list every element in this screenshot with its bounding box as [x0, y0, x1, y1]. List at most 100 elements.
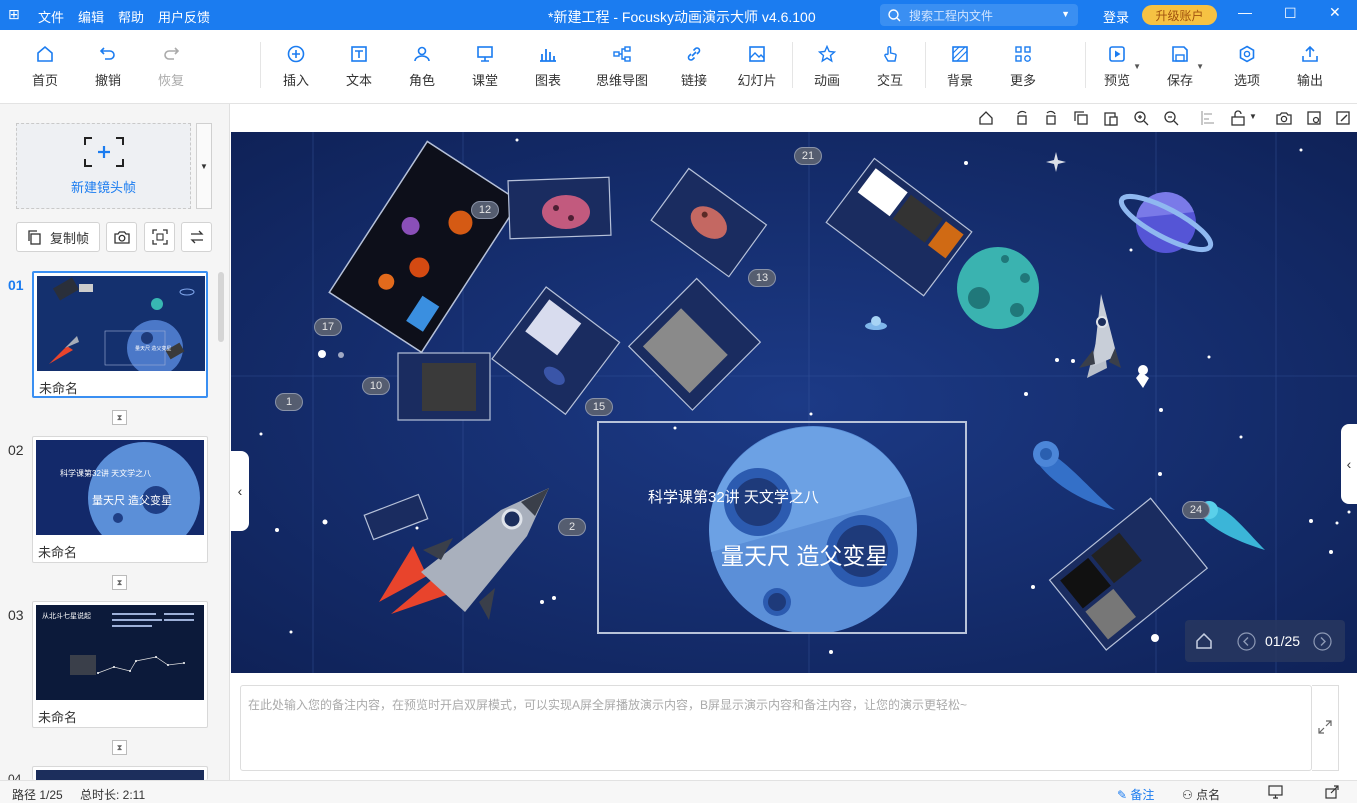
mindmap-button[interactable]: 思维导图 — [590, 44, 654, 89]
chevron-down-icon: ▼ — [200, 161, 208, 171]
align-icon[interactable] — [1200, 110, 1216, 126]
frame-label-1[interactable]: 1 — [275, 393, 303, 411]
maximize-icon[interactable]: ☐ — [1284, 5, 1297, 22]
next-icon[interactable] — [1313, 632, 1332, 651]
frame-label-2[interactable]: 2 — [558, 518, 586, 536]
slide-name: 未命名 — [38, 710, 78, 725]
login-button[interactable]: 登录 — [1103, 7, 1129, 26]
canvas-title-line2[interactable]: 量天尺 造父变星 — [721, 537, 888, 571]
new-frame-dropdown[interactable]: ▼ — [196, 123, 212, 209]
chevron-down-icon[interactable]: ▼ — [1249, 112, 1257, 121]
insert-button[interactable]: 插入 — [266, 44, 326, 89]
frame-label-21[interactable]: 21 — [794, 147, 822, 165]
star-icon — [818, 45, 836, 63]
collapse-left-panel-button[interactable]: ‹ — [231, 451, 249, 531]
home-view-icon[interactable] — [978, 110, 994, 126]
slide-thumbnail-2[interactable]: 科学课第32讲 天文学之八 量天尺 造父变星 未命名 — [32, 436, 208, 563]
transition-icon[interactable]: ⧗ — [112, 410, 127, 425]
swap-frame-button[interactable] — [181, 222, 212, 252]
frame-label-24[interactable]: 24 — [1182, 501, 1210, 519]
classroom-button[interactable]: 课堂 — [455, 44, 515, 89]
text-icon — [351, 46, 367, 62]
export-button[interactable]: 输出 — [1280, 44, 1340, 89]
close-icon[interactable]: ✕ — [1329, 4, 1341, 21]
rotate-left-icon[interactable] — [1014, 110, 1030, 126]
canvas-title-line1[interactable]: 科学课第32讲 天文学之八 — [648, 486, 819, 507]
notes-textarea[interactable]: 在此处输入您的备注内容，在预览时开启双屏模式，可以实现A屏全屏播放演示内容，B屏… — [240, 685, 1312, 771]
chevron-down-icon[interactable]: ▼ — [1133, 62, 1141, 71]
minimize-icon[interactable]: — — [1238, 4, 1252, 20]
transition-icon[interactable]: ⧗ — [112, 575, 127, 590]
search-input[interactable]: 搜索工程内文件 ▼ — [880, 4, 1078, 26]
plus-circle-icon — [287, 45, 305, 63]
home-button[interactable]: 首页 — [15, 44, 75, 89]
editing-canvas[interactable]: 科学课第32讲 天文学之八 量天尺 造父变星 1 2 10 12 13 15 1… — [231, 132, 1357, 673]
fit-frame-button[interactable] — [144, 222, 175, 252]
notes-expand-button[interactable] — [1312, 685, 1339, 771]
rotate-right-icon[interactable] — [1043, 110, 1059, 126]
expand-right-panel-button[interactable]: ‹ — [1341, 424, 1357, 504]
redo-button[interactable]: 恢复 — [141, 44, 201, 89]
more-button[interactable]: 更多 — [993, 44, 1053, 89]
menu-help[interactable]: 帮助 — [118, 7, 144, 26]
previous-icon[interactable] — [1237, 632, 1256, 651]
text-button[interactable]: 文本 — [329, 44, 389, 89]
slide-preview-image: 从北斗七星说起 — [36, 605, 204, 700]
window-title: *新建工程 - Focusky动画演示大师 v4.6.100 — [548, 9, 816, 25]
animation-button[interactable]: 动画 — [797, 44, 857, 89]
settings-icon[interactable] — [1306, 110, 1322, 126]
zoom-out-icon[interactable] — [1163, 110, 1179, 126]
slide-thumbnail-1[interactable]: 量天尺 造父变星 未命名 — [32, 271, 208, 398]
link-button[interactable]: 链接 — [664, 44, 724, 89]
save-button[interactable]: 保存 ▼ — [1150, 44, 1210, 89]
undo-button[interactable]: 撤销 — [78, 44, 138, 89]
lock-icon[interactable] — [1230, 110, 1246, 126]
copy-frame-label: 复制帧 — [49, 230, 89, 246]
slide-thumbnail-4[interactable] — [32, 766, 208, 781]
menu-feedback[interactable]: 用户反馈 — [158, 7, 210, 26]
home-icon[interactable] — [1195, 632, 1213, 650]
background-button[interactable]: 背景 — [930, 44, 990, 89]
edit-icon[interactable] — [1335, 110, 1351, 126]
paste-icon[interactable] — [1103, 110, 1119, 126]
slide-button[interactable]: 幻灯片 — [727, 44, 787, 89]
new-frame-button[interactable]: 新建镜头帧 — [16, 123, 191, 209]
role-button[interactable]: 角色 — [392, 44, 452, 89]
share-icon[interactable] — [1325, 785, 1340, 799]
search-icon — [888, 8, 901, 21]
interact-button[interactable]: 交互 — [860, 44, 920, 89]
camera-icon[interactable] — [1276, 110, 1292, 126]
main-title-frame[interactable] — [597, 421, 967, 634]
upgrade-button[interactable]: 升级账户 — [1142, 5, 1217, 25]
frame-label-15[interactable]: 15 — [585, 398, 613, 416]
copy-frame-button[interactable]: 复制帧 — [16, 222, 100, 252]
chart-button[interactable]: 图表 — [518, 44, 578, 89]
chevron-down-icon[interactable]: ▼ — [1061, 9, 1070, 19]
canvas-toolbar: ▼ — [231, 104, 1357, 132]
zoom-in-icon[interactable] — [1133, 110, 1149, 126]
options-button[interactable]: 选项 — [1217, 44, 1277, 89]
transition-icon[interactable]: ⧗ — [112, 740, 127, 755]
snapshot-button[interactable] — [106, 222, 137, 252]
panel-scrollbar[interactable] — [218, 272, 224, 342]
grid-more-icon — [1015, 46, 1031, 62]
copy-icon[interactable] — [1073, 110, 1089, 126]
notes-tab[interactable]: ✎ 备注 — [1117, 786, 1154, 803]
slide-name: 未命名 — [38, 545, 78, 560]
menu-bar: 文件 编辑 帮助 用户反馈 — [38, 7, 210, 26]
undo-icon — [99, 47, 115, 60]
rollcall-tab[interactable]: ⚇ 点名 — [1182, 786, 1220, 803]
preview-button[interactable]: 预览 ▼ — [1087, 44, 1147, 89]
chevron-down-icon[interactable]: ▼ — [1196, 62, 1204, 71]
slide-thumbnail-3[interactable]: 从北斗七星说起 未命名 — [32, 601, 208, 728]
menu-edit[interactable]: 编辑 — [78, 7, 104, 26]
frame-label-10[interactable]: 10 — [362, 377, 390, 395]
frame-label-12[interactable]: 12 — [471, 201, 499, 219]
slide-number: 01 — [8, 277, 24, 293]
screen-icon[interactable] — [1268, 785, 1283, 799]
menu-file[interactable]: 文件 — [38, 7, 64, 26]
frame-label-17[interactable]: 17 — [314, 318, 342, 336]
thumb-subtitle: 科学课第32讲 天文学之八 — [60, 469, 152, 478]
frame-counter: 01/25 — [1265, 633, 1301, 649]
frame-label-13[interactable]: 13 — [748, 269, 776, 287]
